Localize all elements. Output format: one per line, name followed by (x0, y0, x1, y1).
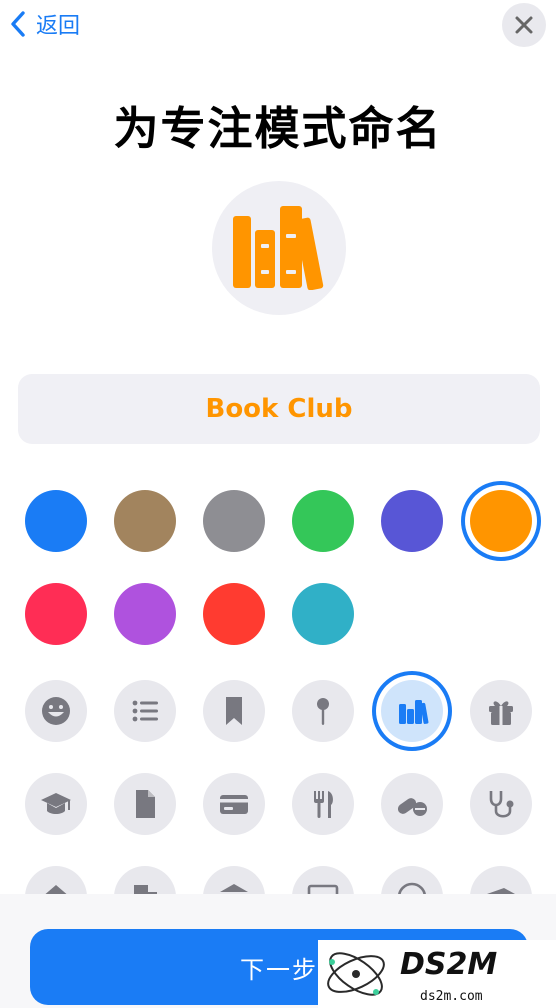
bookmark-icon (226, 697, 242, 725)
chevron-left-icon (11, 11, 25, 37)
pills-icon (397, 798, 427, 816)
color-swatch[interactable] (25, 490, 87, 552)
svg-text:DS2M: DS2M (400, 947, 497, 982)
color-swatch[interactable] (203, 583, 265, 645)
color-swatch[interactable] (203, 490, 265, 552)
gift-icon-option[interactable] (470, 680, 532, 742)
credit-card-icon-option[interactable] (203, 773, 265, 835)
focus-icon-preview (212, 181, 346, 315)
color-swatch[interactable] (25, 583, 87, 645)
books-icon-option[interactable] (381, 680, 443, 742)
svg-text:ds2m.com: ds2m.com (420, 989, 483, 1004)
close-button[interactable] (502, 3, 546, 47)
pin-icon (317, 698, 329, 725)
pills-icon-option[interactable] (381, 773, 443, 835)
color-swatch[interactable] (114, 583, 176, 645)
books-icon (233, 206, 324, 290)
fork-knife-icon-option[interactable] (292, 773, 354, 835)
document-icon (136, 790, 155, 818)
focus-name-field[interactable] (18, 374, 540, 444)
watermark: DS2M ds2m.com (318, 940, 556, 1008)
color-swatch[interactable] (381, 490, 443, 552)
smiley-icon (42, 697, 70, 725)
stethoscope-icon-option[interactable] (470, 773, 532, 835)
gift-icon (489, 701, 513, 725)
smiley-icon-option[interactable] (25, 680, 87, 742)
credit-card-icon (220, 795, 248, 814)
list-icon-option[interactable] (114, 680, 176, 742)
graduation-cap-icon-option[interactable] (25, 773, 87, 835)
watermark-logo: DS2M ds2m.com (327, 947, 497, 1004)
list-icon (132, 700, 158, 722)
back-button-label: 返回 (36, 14, 81, 39)
bookmark-icon-option[interactable] (203, 680, 265, 742)
graduation-cap-icon (41, 793, 71, 814)
fork-knife-icon (314, 791, 333, 818)
stethoscope-icon (489, 791, 514, 818)
color-swatch[interactable] (292, 490, 354, 552)
back-button[interactable]: 返回 (8, 8, 80, 40)
color-swatch[interactable] (470, 490, 532, 552)
pin-icon-option[interactable] (292, 680, 354, 742)
document-icon-option[interactable] (114, 773, 176, 835)
close-icon (515, 16, 533, 34)
page-title: 为专注模式命名 (113, 102, 443, 155)
color-swatch[interactable] (114, 490, 176, 552)
color-swatch[interactable] (292, 583, 354, 645)
books-icon (399, 700, 429, 724)
